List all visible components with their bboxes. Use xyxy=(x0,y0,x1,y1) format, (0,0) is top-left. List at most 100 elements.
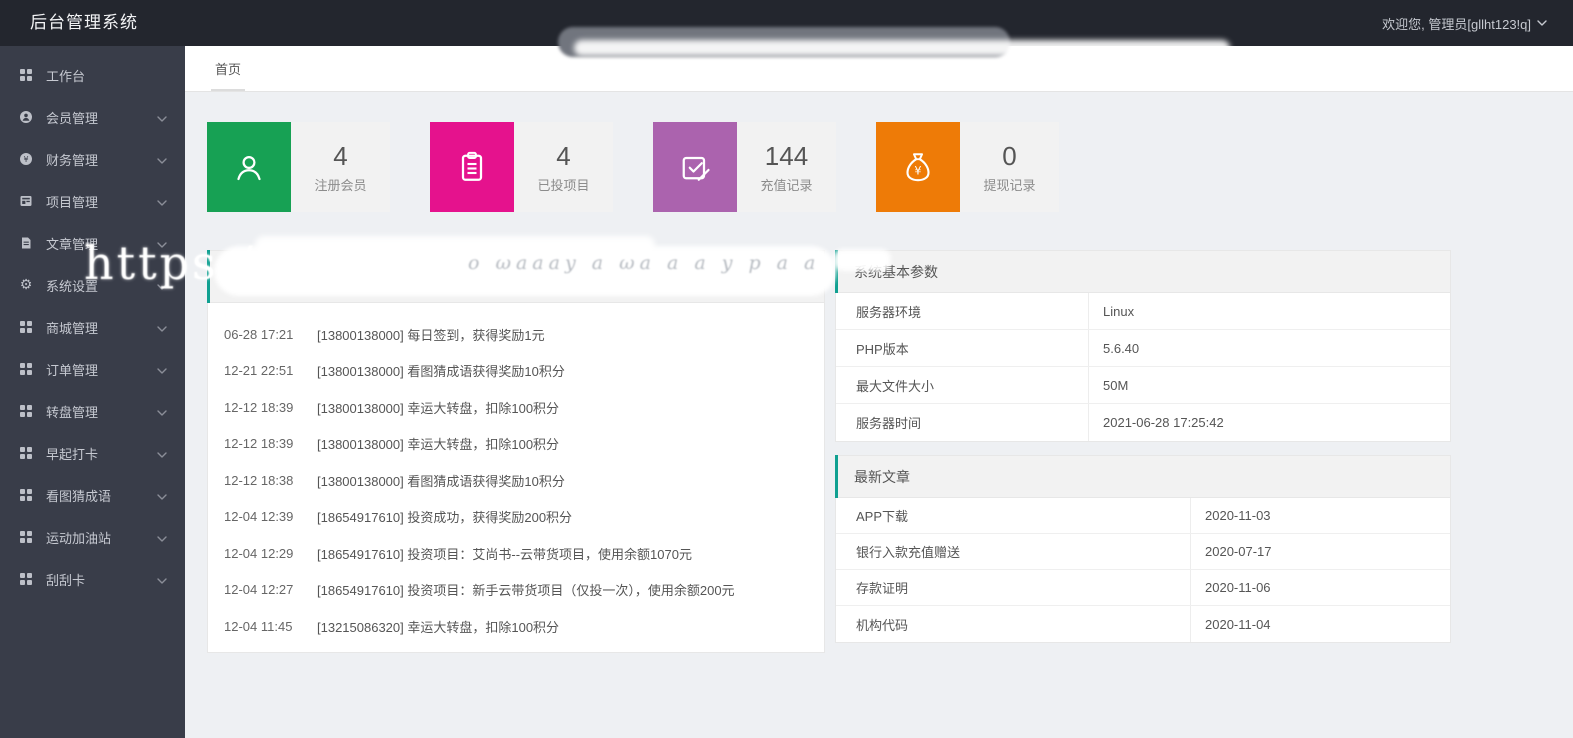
sidebar-item-label: 商城管理 xyxy=(46,320,99,336)
sidebar-item-projects[interactable]: 项目管理 xyxy=(0,180,185,222)
article-row[interactable]: 机构代码 2020-11-04 xyxy=(836,606,1450,642)
svg-text:¥: ¥ xyxy=(914,165,921,178)
chevron-down-icon xyxy=(157,236,167,251)
sidebar-item-label: 系统设置 xyxy=(46,278,99,294)
tab-bar: 首页 xyxy=(185,46,1573,92)
sidebar-item-orders[interactable]: 订单管理 xyxy=(0,348,185,390)
gear-icon: ⚙ xyxy=(19,277,33,293)
article-row[interactable]: 银行入款充值赠送 2020-07-17 xyxy=(836,534,1450,570)
log-time: 12-04 12:39 xyxy=(224,509,294,525)
stat-card-invested-projects[interactable]: 4 已投项目 xyxy=(430,122,613,212)
stat-card-withdraw-records[interactable]: ¥ 0 提现记录 xyxy=(876,122,1059,212)
user-greeting: 欢迎您, 管理员[gllht123!q] xyxy=(1382,16,1531,32)
stat-icon-block xyxy=(207,122,291,212)
article-date: 2020-11-06 xyxy=(1190,570,1450,605)
article-date: 2020-11-03 xyxy=(1190,498,1450,533)
stat-card-recharge-records[interactable]: 144 充值记录 xyxy=(653,122,836,212)
log-list: 06-28 17:21 [13800138000] 每日签到，获得奖励1元 12… xyxy=(208,303,824,645)
log-text: [18654917610] 投资项目：新手云带货项目（仅投一次），使用余额200… xyxy=(317,583,735,599)
grid-icon xyxy=(18,363,34,375)
sidebar-item-label: 会员管理 xyxy=(46,110,99,126)
sidebar-item-checkin[interactable]: 早起打卡 xyxy=(0,432,185,474)
sidebar-item-articles[interactable]: 文章管理 xyxy=(0,222,185,264)
param-value: 5.6.40 xyxy=(1088,330,1450,366)
stat-value: 4 xyxy=(333,140,348,171)
chevron-down-icon xyxy=(157,404,167,419)
log-panel: 06-28 17:21 [13800138000] 每日签到，获得奖励1元 12… xyxy=(207,250,825,653)
stat-label: 提现记录 xyxy=(983,177,1036,193)
stat-icon-block xyxy=(653,122,737,212)
log-row: 12-04 11:45 [13215086320] 幸运大转盘，扣除100积分 xyxy=(224,608,824,645)
sidebar-item-label: 项目管理 xyxy=(46,194,99,210)
param-label: PHP版本 xyxy=(856,341,909,357)
panel-title: 最新文章 xyxy=(854,468,910,485)
log-time: 06-28 17:21 xyxy=(224,326,294,342)
log-row: 12-12 18:39 [13800138000] 幸运大转盘，扣除100积分 xyxy=(224,426,824,463)
system-params-header: 系统基本参数 xyxy=(835,250,1450,293)
sidebar-item-members[interactable]: 会员管理 xyxy=(0,96,185,138)
log-time: 12-12 18:39 xyxy=(224,436,294,452)
stat-label: 充值记录 xyxy=(760,177,813,193)
stat-icon-block xyxy=(430,122,514,212)
sidebar-item-mall[interactable]: 商城管理 xyxy=(0,306,185,348)
sidebar-item-scratch-card[interactable]: 刮刮卡 xyxy=(0,558,185,600)
table-row: 最大文件大小 50M xyxy=(836,367,1450,404)
brand-title: 后台管理系统 xyxy=(30,13,138,32)
sidebar-item-workbench[interactable]: 工作台 xyxy=(0,54,185,96)
log-row: 12-04 12:29 [18654917610] 投资项目：艾尚书--云带货项… xyxy=(224,535,824,572)
log-row: 12-21 22:51 [13800138000] 看图猜成语获得奖励10积分 xyxy=(224,353,824,390)
chevron-down-icon xyxy=(157,110,167,125)
stat-icon-block: ¥ xyxy=(876,122,960,212)
log-text: [13800138000] 看图猜成语获得奖励10积分 xyxy=(317,364,565,380)
grid-icon xyxy=(18,405,34,417)
log-time: 12-12 18:39 xyxy=(224,399,294,415)
stat-label: 注册会员 xyxy=(314,177,367,193)
article-title[interactable]: APP下载 xyxy=(836,498,1190,533)
tab-home[interactable]: 首页 xyxy=(211,46,246,91)
grid-icon xyxy=(18,531,34,543)
chevron-down-icon xyxy=(157,194,167,209)
panel-title: 系统基本参数 xyxy=(854,263,938,280)
log-time: 12-04 12:27 xyxy=(224,582,294,598)
sidebar-item-label: 看图猜成语 xyxy=(46,488,112,504)
log-row: 12-04 12:27 [18654917610] 投资项目：新手云带货项目（仅… xyxy=(224,572,824,609)
sidebar: 工作台 会员管理 财务管理 项目管理 文章管理 ⚙ 系统设置 商城管理 订单管理… xyxy=(0,46,185,738)
grid-icon xyxy=(18,447,34,459)
param-label: 服务器环境 xyxy=(856,304,922,320)
chevron-down-icon xyxy=(157,278,167,293)
article-row[interactable]: 存款证明 2020-11-06 xyxy=(836,570,1450,606)
sidebar-item-idiom-game[interactable]: 看图猜成语 xyxy=(0,474,185,516)
accent-bar xyxy=(207,250,210,303)
chevron-down-icon xyxy=(157,446,167,461)
sidebar-item-sports[interactable]: 运动加油站 xyxy=(0,516,185,558)
log-panel-header xyxy=(207,250,824,303)
stat-cards: 4 注册会员 4 已投项目 144 充值记录 ¥ 0 提现记录 xyxy=(207,122,1059,212)
sidebar-item-finance[interactable]: 财务管理 xyxy=(0,138,185,180)
chevron-down-icon xyxy=(157,152,167,167)
article-row[interactable]: APP下载 2020-11-03 xyxy=(836,498,1450,534)
param-value: 50M xyxy=(1088,367,1450,403)
stat-info: 144 充值记录 xyxy=(737,122,836,212)
article-title[interactable]: 银行入款充值赠送 xyxy=(836,534,1190,569)
log-time: 12-04 11:45 xyxy=(224,618,293,634)
log-row: 12-04 12:39 [18654917610] 投资成功，获得奖励200积分 xyxy=(224,499,824,536)
sidebar-item-settings[interactable]: ⚙ 系统设置 xyxy=(0,264,185,306)
main-content: 首页 4 注册会员 4 已投项目 144 充值记录 ¥ 0 提现记录 06-28… xyxy=(185,46,1573,738)
stat-value: 4 xyxy=(556,140,571,171)
stat-info: 0 提现记录 xyxy=(960,122,1059,212)
grid-icon xyxy=(18,69,34,81)
log-row: 12-12 18:39 [13800138000] 幸运大转盘，扣除100积分 xyxy=(224,389,824,426)
user-menu[interactable]: 欢迎您, 管理员[gllht123!q] xyxy=(1382,0,1547,46)
table-row: PHP版本 5.6.40 xyxy=(836,330,1450,367)
member-circle-icon xyxy=(18,111,34,123)
stat-card-members[interactable]: 4 注册会员 xyxy=(207,122,390,212)
sidebar-item-label: 刮刮卡 xyxy=(46,572,86,588)
chevron-down-icon xyxy=(157,530,167,545)
article-title[interactable]: 机构代码 xyxy=(836,606,1190,642)
stat-info: 4 注册会员 xyxy=(291,122,390,212)
sidebar-item-wheel[interactable]: 转盘管理 xyxy=(0,390,185,432)
chevron-down-icon xyxy=(157,488,167,503)
param-label: 服务器时间 xyxy=(856,416,922,431)
article-title[interactable]: 存款证明 xyxy=(836,570,1190,605)
article-icon xyxy=(18,237,34,249)
